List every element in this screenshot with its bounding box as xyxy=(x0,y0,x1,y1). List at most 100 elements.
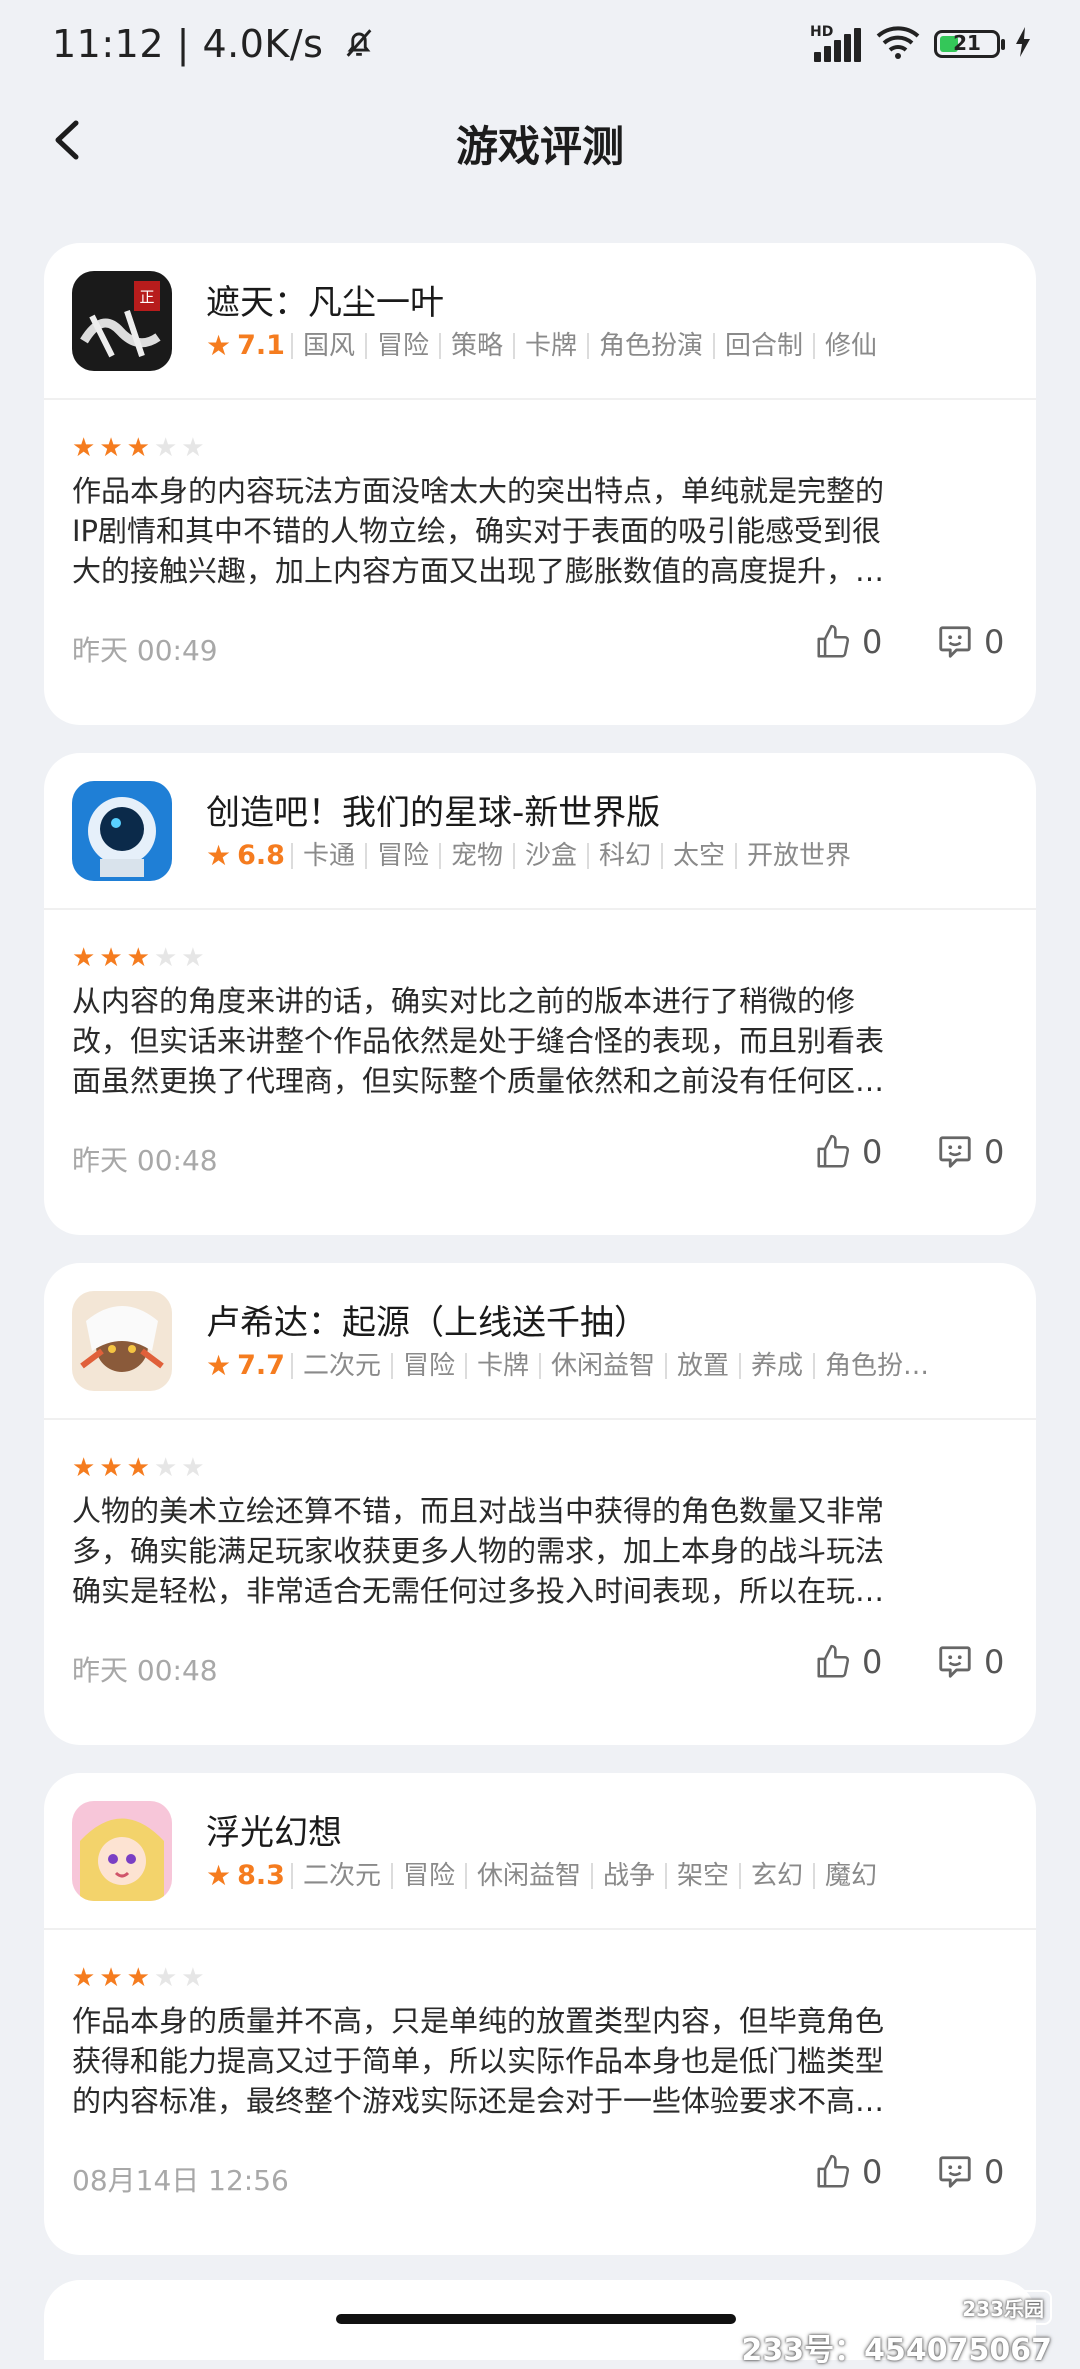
game-tag: 放置 xyxy=(665,1352,739,1379)
game-tag: 开放世界 xyxy=(735,842,861,869)
game-icon[interactable] xyxy=(72,781,172,881)
comment-button[interactable]: 0 xyxy=(936,1133,1004,1171)
game-name[interactable]: 浮光幻想 xyxy=(206,1805,342,1854)
review-text[interactable]: 作品本身的内容玩法方面没啥太大的突出特点，单纯就是完整的 IP剧情和其中不错的人… xyxy=(72,471,1008,591)
review-rating: ★ ★ ★ ★ ★ xyxy=(72,1965,205,1991)
game-tag: 玄幻 xyxy=(739,1862,813,1889)
star-icon: ★ xyxy=(126,433,150,463)
thumbs-up-icon xyxy=(817,1644,850,1678)
comment-button[interactable]: 0 xyxy=(936,1643,1004,1681)
game-tag: 修仙 xyxy=(813,332,887,359)
thumbs-up-icon xyxy=(817,1134,850,1168)
game-score: 6.8 xyxy=(237,840,285,871)
game-name[interactable]: 创造吧！我们的星球-新世界版 xyxy=(206,785,660,834)
comment-count: 0 xyxy=(984,2153,1005,2191)
game-header[interactable]: 浮光幻想 ★ 8.3 二次元 冒险 休闲益智 战争 架空 玄幻 魔幻 xyxy=(44,1773,1036,1930)
game-tag: 国风 xyxy=(290,332,365,359)
game-score: 7.1 xyxy=(237,330,285,361)
game-tag: 冒险 xyxy=(364,332,439,359)
game-tag: 宠物 xyxy=(438,842,513,869)
game-tag: 二次元 xyxy=(290,1862,391,1889)
game-header[interactable]: 正 遮天：凡尘一叶 ★ 7.1 国风 冒险 策略 卡牌 角色扮演 回合制 修仙 xyxy=(44,243,1036,400)
like-button[interactable]: 0 xyxy=(814,2153,882,2191)
review-text[interactable]: 作品本身的质量并不高，只是单纯的放置类型内容，但毕竟角色 获得和能力提高又过于简… xyxy=(72,2001,1008,2121)
signal-icon: HD xyxy=(810,24,862,64)
star-icon: ★ xyxy=(99,943,123,973)
review-card[interactable]: 卢希达：起源（上线送千抽） ★ 7.7 二次元 冒险 卡牌 休闲益智 放置 养成… xyxy=(44,1263,1036,1745)
like-count: 0 xyxy=(862,1133,883,1171)
home-indicator[interactable] xyxy=(336,2314,736,2324)
review-card[interactable]: 浮光幻想 ★ 8.3 二次元 冒险 休闲益智 战争 架空 玄幻 魔幻 ★ ★ ★ ★ ★… xyxy=(44,1773,1036,2255)
game-header[interactable]: 创造吧！我们的星球-新世界版 ★ 6.8 卡通 冒险 宠物 沙盒 科幻 太空 开… xyxy=(44,753,1036,910)
star-icon: ★ xyxy=(72,1963,96,1993)
review-rating: ★ ★ ★ ★ ★ xyxy=(72,435,205,461)
comment-count: 0 xyxy=(984,1133,1005,1171)
comment-icon xyxy=(939,626,971,658)
like-button[interactable]: 0 xyxy=(814,1133,882,1171)
game-score: 7.7 xyxy=(237,1350,285,1381)
comment-button[interactable]: 0 xyxy=(936,2153,1004,2191)
game-icon[interactable] xyxy=(72,1801,172,1901)
like-count: 0 xyxy=(862,1643,883,1681)
star-icon: ★ xyxy=(72,433,96,463)
star-icon: ★ xyxy=(206,1349,232,1382)
star-icon: ★ xyxy=(206,839,232,872)
game-header[interactable]: 卢希达：起源（上线送千抽） ★ 7.7 二次元 冒险 卡牌 休闲益智 放置 养成… xyxy=(44,1263,1036,1420)
game-meta: ★ 7.7 二次元 冒险 卡牌 休闲益智 放置 养成 角色扮… xyxy=(206,1349,1016,1382)
star-icon: ★ xyxy=(181,433,205,463)
status-time: 11:12 xyxy=(52,22,165,66)
wifi-icon xyxy=(876,24,920,64)
like-button[interactable]: 0 xyxy=(814,1643,882,1681)
game-tag: 回合制 xyxy=(713,332,813,359)
game-tag: 休闲益智 xyxy=(464,1862,591,1889)
game-name[interactable]: 遮天：凡尘一叶 xyxy=(206,275,444,324)
comment-icon xyxy=(939,1646,971,1678)
review-text[interactable]: 从内容的角度来讲的话，确实对比之前的版本进行了稍微的修 改，但实话来讲整个作品依… xyxy=(72,981,1008,1101)
star-icon: ★ xyxy=(206,1859,232,1892)
star-icon: ★ xyxy=(153,1453,178,1483)
status-bar: 11:12 | 4.0K/s HD 21 xyxy=(0,0,1080,95)
like-count: 0 xyxy=(862,623,883,661)
review-card[interactable]: 创造吧！我们的星球-新世界版 ★ 6.8 卡通 冒险 宠物 沙盒 科幻 太空 开… xyxy=(44,753,1036,1235)
like-button[interactable]: 0 xyxy=(814,623,882,661)
like-count: 0 xyxy=(862,2153,883,2191)
game-tag: 卡牌 xyxy=(464,1352,539,1379)
hd-label: HD xyxy=(810,24,834,40)
star-icon: ★ xyxy=(99,1963,123,1993)
game-tag: 冒险 xyxy=(390,1352,465,1379)
network-speed: 4.0K/s xyxy=(202,22,324,66)
review-rating: ★ ★ ★ ★ ★ xyxy=(72,945,205,971)
game-score: 8.3 xyxy=(237,1860,285,1891)
game-tag: 魔幻 xyxy=(813,1862,887,1889)
game-tag: 科幻 xyxy=(587,842,661,869)
battery-icon: 21 xyxy=(934,30,1005,58)
star-icon: ★ xyxy=(72,943,96,973)
status-left: 11:12 | 4.0K/s xyxy=(52,22,376,69)
game-tag: 养成 xyxy=(739,1352,813,1379)
star-icon: ★ xyxy=(99,1453,123,1483)
star-icon: ★ xyxy=(126,1453,150,1483)
watermark-brand: 233乐园 xyxy=(954,2290,1052,2325)
game-icon[interactable]: 正 xyxy=(72,271,172,371)
game-tag: 战争 xyxy=(591,1862,665,1889)
star-icon: ★ xyxy=(181,943,205,973)
status-right: HD 21 xyxy=(810,24,1032,64)
game-tag: 角色扮… xyxy=(813,1352,939,1379)
review-card[interactable]: 正 遮天：凡尘一叶 ★ 7.1 国风 冒险 策略 卡牌 角色扮演 回合制 修仙 … xyxy=(44,243,1036,725)
review-time: 昨天 00:49 xyxy=(72,634,218,667)
game-tag: 沙盒 xyxy=(513,842,587,869)
comment-button[interactable]: 0 xyxy=(936,623,1004,661)
game-tag: 卡通 xyxy=(290,842,365,869)
star-icon: ★ xyxy=(153,433,178,463)
game-tag: 休闲益智 xyxy=(539,1352,665,1379)
game-name[interactable]: 卢希达：起源（上线送千抽） xyxy=(206,1295,648,1344)
star-icon: ★ xyxy=(206,329,232,362)
star-icon: ★ xyxy=(126,1963,150,1993)
review-text[interactable]: 人物的美术立绘还算不错，而且对战当中获得的角色数量又非常 多，确实能满足玩家收获… xyxy=(72,1491,1008,1611)
star-icon: ★ xyxy=(181,1453,205,1483)
page-title: 游戏评测 xyxy=(455,122,624,171)
page-header: 游戏评测 xyxy=(0,95,1080,190)
star-icon: ★ xyxy=(99,433,123,463)
game-tag: 二次元 xyxy=(290,1352,391,1379)
game-icon[interactable] xyxy=(72,1291,172,1391)
